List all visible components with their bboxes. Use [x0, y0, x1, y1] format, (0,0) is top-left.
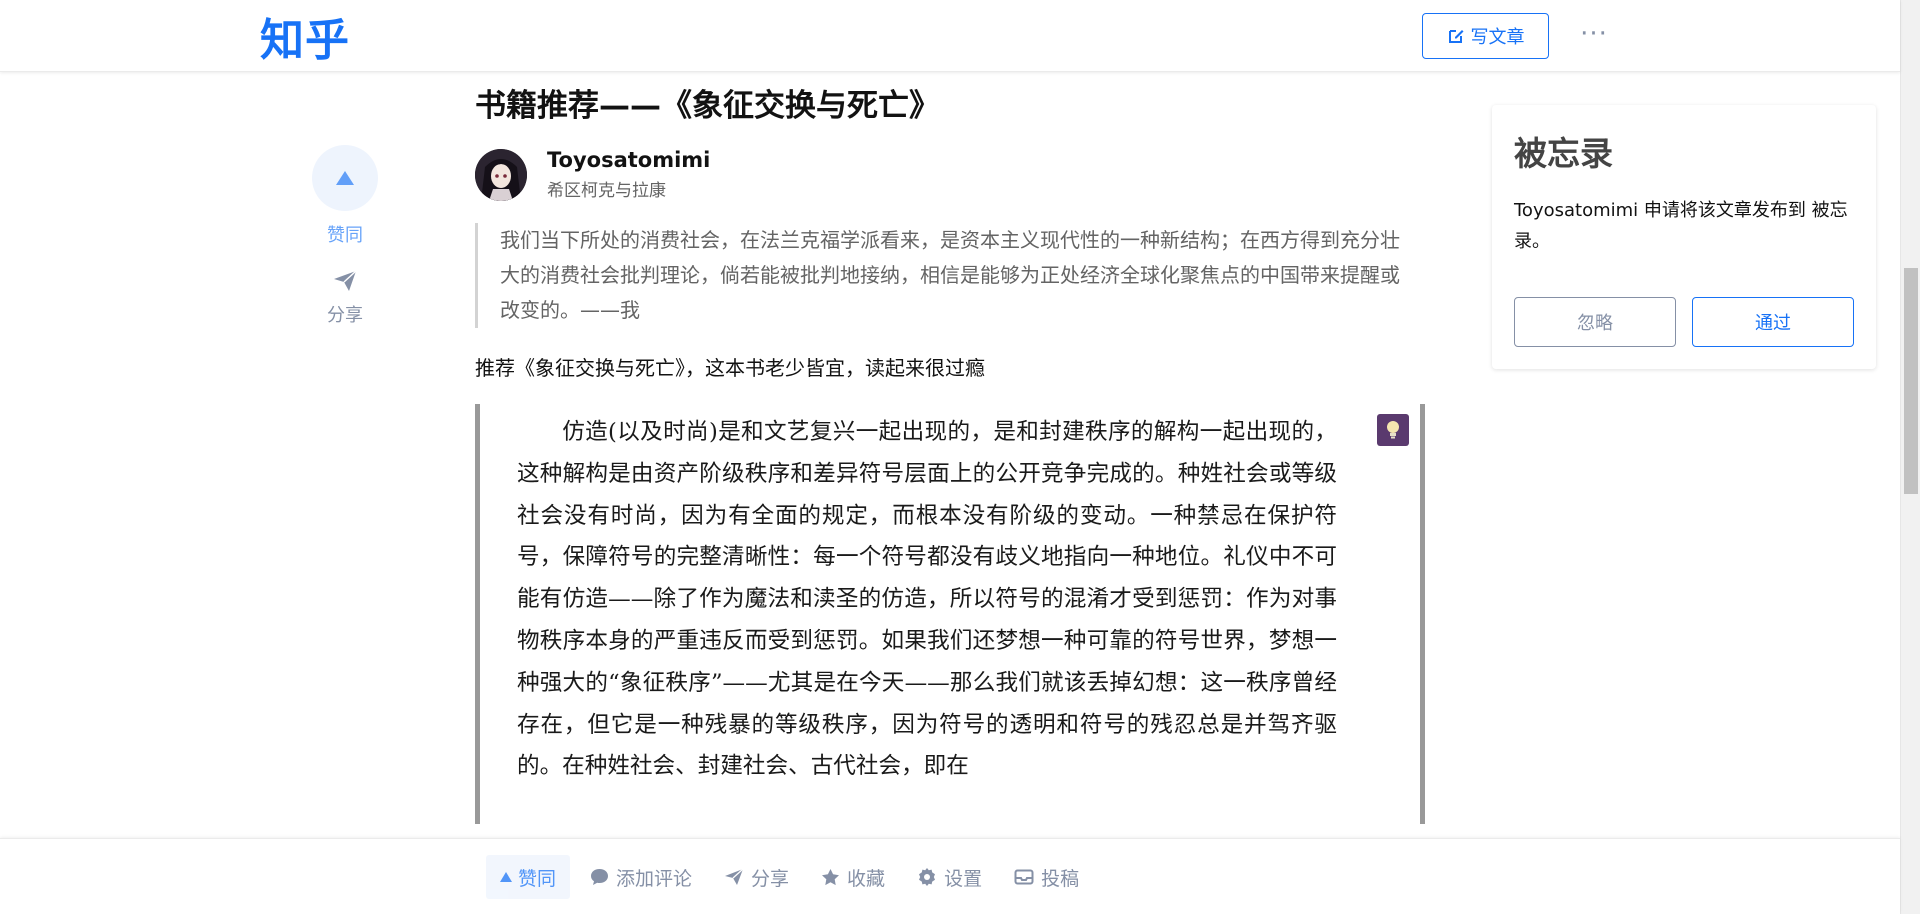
write-article-button[interactable]: 写文章 — [1422, 13, 1549, 59]
page-scrollbar[interactable] — [1900, 0, 1920, 914]
bottom-vote-label: 赞同 — [518, 867, 557, 890]
vote-up-label: 赞同 — [327, 225, 363, 246]
write-article-label: 写文章 — [1470, 27, 1525, 48]
ignore-button[interactable]: 忽略 — [1514, 297, 1676, 347]
share-label: 分享 — [751, 867, 790, 890]
article: 书籍推荐——《象征交换与死亡》 Toyosatomimi 希区柯克与拉康 我们当… — [475, 72, 1425, 824]
add-comment-button[interactable]: 添加评论 — [578, 855, 704, 899]
add-comment-label: 添加评论 — [616, 867, 693, 890]
author-bio: 希区柯克与拉康 — [547, 181, 666, 201]
side-share-label: 分享 — [327, 305, 363, 326]
paper-plane-icon — [332, 269, 358, 293]
top-header: 知乎 写文章 ··· — [0, 0, 1900, 72]
favorite-button[interactable]: 收藏 — [809, 855, 897, 899]
bottom-vote-button[interactable]: 赞同 — [486, 855, 571, 899]
triangle-up-icon — [335, 170, 355, 186]
avatar[interactable] — [475, 148, 527, 201]
article-paragraph: 推荐《象征交换与死亡》，这本书老少皆宜，读起来很过瘾 — [475, 356, 985, 380]
zhihu-logo[interactable]: 知乎 — [260, 4, 350, 68]
settings-button[interactable]: 设置 — [905, 855, 994, 899]
share-button[interactable]: 分享 — [712, 855, 801, 899]
comment-bubble-icon — [590, 868, 609, 886]
lightbulb-icon[interactable] — [1377, 414, 1409, 446]
edit-icon — [1447, 27, 1465, 45]
side-share-button[interactable]: 分享 — [312, 269, 378, 327]
vote-up-button[interactable] — [312, 145, 378, 211]
paper-plane-icon — [724, 868, 744, 886]
card-title: 被忘录 — [1514, 134, 1613, 173]
card-message: Toyosatomimi 申请将该文章发布到 被忘录。 — [1514, 200, 1848, 252]
side-actions: 赞同 分享 — [312, 145, 378, 327]
submit-button[interactable]: 投稿 — [1002, 855, 1091, 899]
author-name[interactable]: Toyosatomimi — [547, 148, 710, 172]
settings-label: 设置 — [944, 867, 983, 890]
bottom-action-bar: 赞同 添加评论 分享 收藏 设置 投稿 — [0, 838, 1900, 914]
triangle-up-icon — [500, 872, 512, 882]
gear-icon — [917, 867, 937, 887]
submit-label: 投稿 — [1041, 867, 1080, 890]
favorite-label: 收藏 — [847, 867, 886, 890]
book-excerpt-text: 仿造(以及时尚)是和文艺复兴一起出现的，是和封建秩序的解构一起出现的，这种解构是… — [517, 419, 1337, 780]
scrollbar-thumb[interactable] — [1904, 268, 1918, 494]
collection-request-card: 被忘录 Toyosatomimi 申请将该文章发布到 被忘录。 忽略 通过 — [1492, 105, 1876, 369]
book-page-image[interactable]: 仿造(以及时尚)是和文艺复兴一起出现的，是和封建秩序的解构一起出现的，这种解构是… — [475, 404, 1425, 824]
author-block: Toyosatomimi 希区柯克与拉康 — [475, 148, 1425, 201]
more-options-icon[interactable]: ··· — [1578, 18, 1610, 50]
article-title: 书籍推荐——《象征交换与死亡》 — [475, 88, 940, 124]
star-icon — [821, 868, 840, 886]
article-blockquote: 我们当下所处的消费社会，在法兰克福学派看来，是资本主义现代性的一种新结构；在西方… — [475, 223, 1405, 328]
approve-button[interactable]: 通过 — [1692, 297, 1854, 347]
inbox-icon — [1014, 869, 1034, 885]
